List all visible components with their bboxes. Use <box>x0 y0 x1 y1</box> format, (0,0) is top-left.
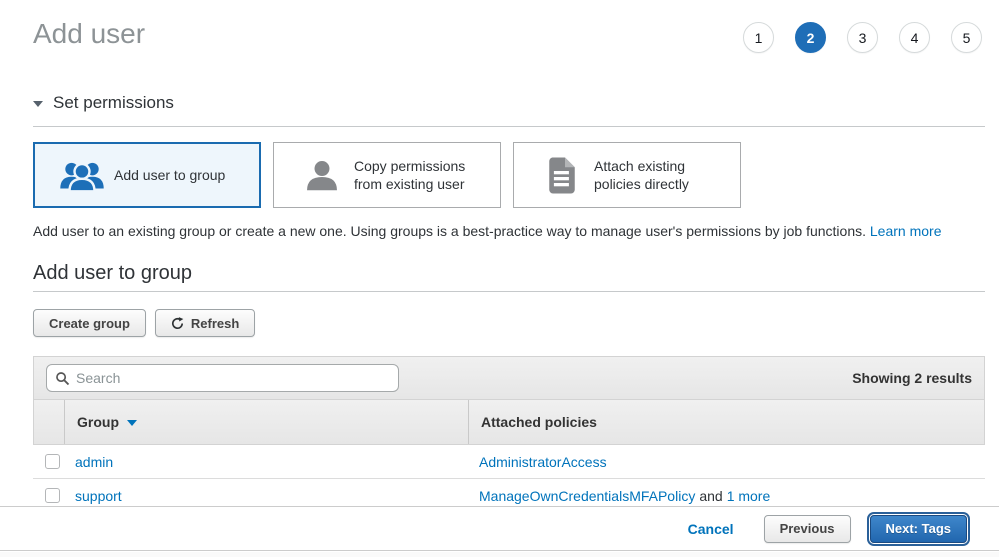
card-copy-permissions[interactable]: Copy permissions from existing user <box>273 142 501 208</box>
user-group-icon <box>58 159 106 192</box>
create-group-button[interactable]: Create group <box>33 309 146 337</box>
card-add-user-to-group[interactable]: Add user to group <box>33 142 261 208</box>
wizard-footer: Cancel Previous Next: Tags <box>0 506 999 551</box>
set-permissions-section-header[interactable]: Set permissions <box>33 93 985 127</box>
row-checkbox-cell <box>33 488 63 503</box>
sort-descending-icon <box>127 420 137 426</box>
policy-more-link[interactable]: 1 more <box>727 488 771 504</box>
collapse-caret-icon <box>33 101 43 107</box>
add-user-to-group-heading: Add user to group <box>33 261 985 292</box>
policies-column-label: Attached policies <box>481 414 597 430</box>
permission-option-cards: Add user to group Copy permissions from … <box>33 142 985 208</box>
card-label: Add user to group <box>114 166 235 184</box>
page-header: Add user 1 2 3 4 5 <box>33 16 985 53</box>
policies-cell: AdministratorAccess <box>467 454 985 470</box>
table-row-admin: admin AdministratorAccess <box>33 445 985 479</box>
previous-button[interactable]: Previous <box>764 515 851 543</box>
policy-link[interactable]: AdministratorAccess <box>479 454 607 470</box>
results-summary: Showing 2 results <box>852 370 972 386</box>
card-label: Attach existing policies directly <box>594 157 740 193</box>
single-user-icon <box>298 158 346 192</box>
refresh-label: Refresh <box>191 316 239 331</box>
search-box[interactable] <box>46 364 399 392</box>
step-1: 1 <box>743 22 774 53</box>
policies-column-header: Attached policies <box>468 400 984 444</box>
learn-more-link[interactable]: Learn more <box>870 223 942 239</box>
table-actions: Create group Refresh <box>33 309 985 337</box>
group-link[interactable]: support <box>75 488 122 504</box>
table-search-band: Showing 2 results <box>33 356 985 400</box>
row-checkbox[interactable] <box>45 488 60 503</box>
wizard-step-indicator: 1 2 3 4 5 <box>743 22 982 53</box>
policy-joiner: and <box>699 488 722 504</box>
bottom-strip <box>0 552 999 557</box>
card-label: Copy permissions from existing user <box>354 157 500 193</box>
groups-table: Showing 2 results Group Attached policie… <box>33 356 985 513</box>
description-text: Add user to an existing group or create … <box>33 223 866 239</box>
next-tags-button[interactable]: Next: Tags <box>870 515 968 543</box>
step-5: 5 <box>951 22 982 53</box>
refresh-icon <box>171 317 184 330</box>
row-checkbox-cell <box>33 454 63 469</box>
refresh-button[interactable]: Refresh <box>155 309 255 337</box>
table-header-row: Group Attached policies <box>33 400 985 445</box>
add-user-wizard-page: Add user 1 2 3 4 5 Set permissions <box>0 0 999 557</box>
select-all-column <box>34 400 64 444</box>
step-3: 3 <box>847 22 878 53</box>
create-group-label: Create group <box>49 316 130 331</box>
policies-cell: ManageOwnCredentialsMFAPolicyand 1 more <box>467 488 985 504</box>
group-cell: admin <box>63 454 467 470</box>
group-cell: support <box>63 488 467 504</box>
search-input[interactable] <box>70 370 398 386</box>
row-checkbox[interactable] <box>45 454 60 469</box>
group-column-label: Group <box>77 414 119 430</box>
set-permissions-title: Set permissions <box>53 93 174 113</box>
cancel-button[interactable]: Cancel <box>688 521 734 537</box>
card-attach-policies[interactable]: Attach existing policies directly <box>513 142 741 208</box>
step-2-active: 2 <box>795 22 826 53</box>
policy-link[interactable]: ManageOwnCredentialsMFAPolicy <box>479 488 695 504</box>
next-label: Next: Tags <box>886 521 952 536</box>
group-link[interactable]: admin <box>75 454 113 470</box>
group-column-header[interactable]: Group <box>64 400 468 444</box>
search-icon <box>55 371 70 386</box>
section-description: Add user to an existing group or create … <box>33 223 985 239</box>
previous-label: Previous <box>780 521 835 536</box>
step-4: 4 <box>899 22 930 53</box>
page-title: Add user <box>33 16 145 52</box>
policy-document-icon <box>538 157 586 194</box>
